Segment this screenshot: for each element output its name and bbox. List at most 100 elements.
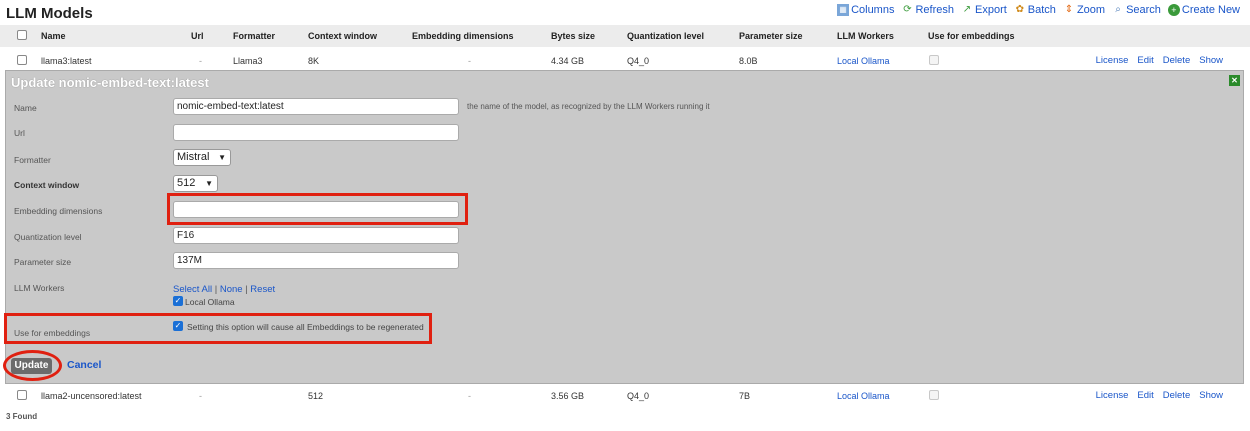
batch-button[interactable]: ✿ Batch (1014, 4, 1056, 16)
name-label: Name (14, 103, 37, 113)
cell-name: llama3:latest (41, 56, 92, 66)
results-count: 3 Found (6, 412, 38, 421)
cell-llm-workers-link[interactable]: Local Ollama (837, 391, 890, 401)
chevron-down-icon: ▼ (205, 179, 213, 188)
columns-label: Columns (851, 4, 895, 16)
reset-link[interactable]: Reset (250, 284, 275, 295)
name-hint: the name of the model, as recognized by … (467, 102, 710, 111)
workers-selection-links: Select All | None | Reset (173, 284, 276, 295)
cell-quantization-level: Q4_0 (627, 56, 650, 66)
table-row: llama3:latest - Llama3 8K - 4.34 GB Q4_0… (0, 50, 1250, 72)
context-window-select-value: 512 (177, 177, 196, 189)
column-header-llm-workers[interactable]: LLM Workers (837, 31, 894, 41)
embedding-dimensions-label: Embedding dimensions (14, 206, 103, 216)
context-window-label: Context window (14, 180, 80, 190)
search-button[interactable]: ⌕ Search (1112, 4, 1161, 16)
local-ollama-label: Local Ollama (185, 297, 235, 307)
column-header-url[interactable]: Url (191, 31, 204, 41)
edit-link[interactable]: Edit (1137, 390, 1153, 401)
parameter-size-label: Parameter size (14, 257, 72, 267)
use-for-embeddings-checkbox (929, 55, 939, 65)
formatter-label: Formatter (14, 155, 51, 165)
select-all-link[interactable]: Select All (173, 284, 212, 295)
row-actions: License Edit Delete Show (1096, 55, 1223, 66)
create-new-icon: + (1167, 4, 1180, 16)
column-header-use-for-embeddings[interactable]: Use for embeddings (928, 31, 1015, 41)
license-link[interactable]: License (1096, 390, 1129, 401)
cell-bytes-size: 3.56 GB (551, 391, 585, 401)
column-header-parameter-size[interactable]: Parameter size (739, 31, 803, 41)
cell-name: llama2-uncensored:latest (41, 391, 142, 401)
cell-llm-workers-link[interactable]: Local Ollama (837, 56, 890, 66)
delete-link[interactable]: Delete (1163, 55, 1190, 66)
quantization-level-input[interactable]: F16 (173, 227, 459, 244)
embedding-dimensions-highlight (167, 193, 468, 225)
export-label: Export (975, 4, 1007, 16)
formatter-select-value: Mistral (177, 151, 210, 163)
row-actions: License Edit Delete Show (1096, 390, 1223, 401)
show-link[interactable]: Show (1199, 390, 1223, 401)
column-header-formatter[interactable]: Formatter (233, 31, 275, 41)
chevron-down-icon: ▼ (218, 153, 226, 162)
export-icon: ↗ (962, 4, 972, 15)
column-header-quantization-level[interactable]: Quantization level (627, 31, 704, 41)
export-button[interactable]: ↗ Export (961, 4, 1007, 16)
cell-quantization-level: Q4_0 (627, 391, 650, 401)
search-label: Search (1126, 4, 1161, 16)
cell-formatter: Llama3 (233, 56, 263, 66)
row-checkbox[interactable] (17, 390, 27, 400)
delete-link[interactable]: Delete (1163, 390, 1190, 401)
cell-context-window: 8K (308, 56, 320, 66)
context-window-select[interactable]: 512 ▼ (173, 175, 218, 192)
table-header: Name Url Formatter Context window Embedd… (0, 25, 1250, 47)
edit-model-panel: Update nomic-embed-text:latest ✕ Name no… (3, 70, 1244, 384)
license-link[interactable]: License (1096, 55, 1129, 66)
select-none-link[interactable]: None (220, 284, 243, 295)
table-row: llama2-uncensored:latest - 512 - 3.56 GB… (0, 385, 1250, 407)
local-ollama-checkbox[interactable]: ✓ (173, 296, 183, 306)
cell-parameter-size: 7B (739, 391, 751, 401)
cell-url: - (199, 56, 202, 66)
batch-label: Batch (1027, 4, 1056, 16)
cell-context-window: 512 (308, 391, 324, 401)
zoom-label: Zoom (1076, 4, 1106, 16)
create-new-button[interactable]: + Create New (1167, 4, 1240, 16)
refresh-label: Refresh (915, 4, 954, 16)
column-header-bytes-size[interactable]: Bytes size (551, 31, 595, 41)
column-header-name[interactable]: Name (41, 31, 66, 41)
refresh-icon: ⟳ (903, 4, 912, 15)
close-icon[interactable]: ✕ (1229, 75, 1240, 86)
batch-icon: ✿ (1015, 4, 1024, 15)
edit-link[interactable]: Edit (1137, 55, 1153, 66)
parameter-size-input[interactable]: 137M (173, 252, 459, 269)
cell-url: - (199, 391, 202, 401)
cancel-link[interactable]: Cancel (67, 359, 101, 371)
columns-icon: ▦ (837, 4, 850, 16)
columns-button[interactable]: ▦ Columns (837, 4, 894, 16)
cell-embedding-dimensions: - (468, 391, 471, 401)
column-header-context-window[interactable]: Context window (308, 31, 377, 41)
page-title: LLM Models (6, 5, 93, 22)
cell-parameter-size: 8.0B (739, 56, 758, 66)
select-all-checkbox[interactable] (17, 30, 27, 40)
create-new-label: Create New (1181, 4, 1240, 16)
search-icon: ⌕ (1115, 4, 1121, 15)
url-label: Url (14, 128, 25, 138)
cell-embedding-dimensions: - (468, 56, 471, 66)
use-for-embeddings-highlight (4, 313, 432, 344)
toolbar: ▦ Columns ⟳ Refresh ↗ Export ✿ Batch ⇕ Z… (837, 4, 1240, 16)
quantization-level-label: Quantization level (14, 232, 82, 242)
zoom-button[interactable]: ⇕ Zoom (1063, 4, 1105, 16)
column-header-embedding-dimensions[interactable]: Embedding dimensions (412, 31, 514, 41)
formatter-select[interactable]: Mistral ▼ (173, 149, 231, 166)
cell-bytes-size: 4.34 GB (551, 56, 585, 66)
row-checkbox[interactable] (17, 55, 27, 65)
use-for-embeddings-checkbox (929, 390, 939, 400)
zoom-icon: ⇕ (1064, 4, 1074, 15)
url-input[interactable] (173, 124, 459, 141)
show-link[interactable]: Show (1199, 55, 1223, 66)
name-input[interactable]: nomic-embed-text:latest (173, 98, 459, 115)
refresh-button[interactable]: ⟳ Refresh (901, 4, 954, 16)
update-button-highlight (3, 350, 62, 381)
llm-workers-label: LLM Workers (14, 283, 65, 293)
